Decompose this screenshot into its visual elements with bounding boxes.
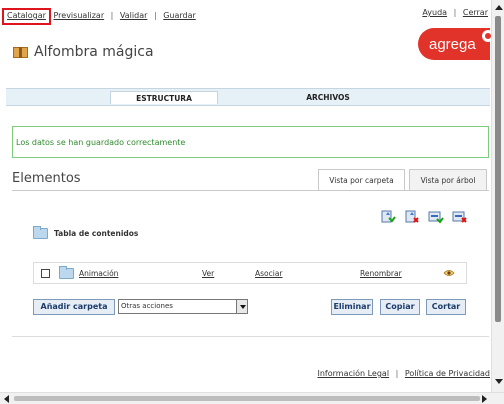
page-header: Alfombra mágica	[13, 44, 154, 60]
tab-archivos[interactable]: ARCHIVOS	[280, 91, 376, 104]
copy-button[interactable]: Copiar	[380, 299, 420, 315]
vertical-scrollbar[interactable]	[491, 0, 504, 392]
add-resource-icon[interactable]	[380, 208, 396, 224]
help-link[interactable]: Ayuda	[422, 8, 447, 17]
nav-validar[interactable]: Validar	[120, 11, 147, 20]
nav-catalogar[interactable]: Catalogar	[2, 8, 51, 25]
nav-previsualizar[interactable]: Previsualizar	[53, 11, 104, 20]
remove-item-icon[interactable]	[452, 208, 468, 224]
legal-info-link[interactable]: Información Legal	[318, 369, 390, 378]
success-message: Los datos se han guardado correctamente	[12, 126, 489, 158]
view-link[interactable]: Ver	[202, 269, 214, 278]
nav-separator: |	[110, 11, 114, 20]
chevron-down-icon[interactable]	[236, 300, 247, 313]
preview-icon[interactable]	[443, 269, 455, 277]
tab-vista-arbol[interactable]: Vista por árbol	[409, 169, 487, 191]
cut-button[interactable]: Cortar	[426, 299, 466, 315]
scroll-thumb[interactable]	[495, 16, 501, 322]
box-icon	[13, 46, 28, 58]
toc-label: Tabla de contenidos	[54, 229, 139, 238]
nav-separator: |	[153, 11, 157, 20]
delete-button[interactable]: Eliminar	[331, 299, 373, 315]
section-divider	[12, 190, 489, 191]
associate-link[interactable]: Asociar	[255, 269, 283, 278]
nav-guardar[interactable]: Guardar	[163, 11, 196, 20]
elements-title: Elementos	[12, 171, 81, 186]
footer-separator: |	[395, 369, 399, 378]
scroll-down-icon[interactable]	[495, 379, 503, 384]
close-link[interactable]: Cerrar	[463, 8, 488, 17]
move-in-icon[interactable]	[428, 208, 444, 224]
scroll-left-icon[interactable]	[4, 395, 9, 403]
item-name-link[interactable]: Animación	[79, 269, 118, 278]
agrega-logo: agrega	[418, 28, 494, 60]
main-tabs: ESTRUCTURA ARCHIVOS	[6, 88, 490, 106]
tab-estructura[interactable]: ESTRUCTURA	[110, 91, 218, 104]
actions-select-value: Otras acciones	[121, 302, 173, 310]
table-of-contents[interactable]: Tabla de contenidos	[33, 226, 139, 239]
privacy-policy-link[interactable]: Política de Privacidad	[405, 369, 490, 378]
footer: Información Legal | Política de Privacid…	[318, 369, 491, 378]
page-title: Alfombra mágica	[34, 44, 154, 60]
horizontal-scrollbar[interactable]	[0, 392, 504, 404]
actions-select[interactable]: Otras acciones	[118, 299, 248, 314]
scroll-up-icon[interactable]	[495, 5, 503, 10]
tab-vista-carpeta[interactable]: Vista por carpeta	[318, 169, 405, 191]
logo-text: agrega	[429, 35, 476, 53]
table-row: Animación Ver Asociar Renombrar	[33, 262, 467, 284]
rename-link[interactable]: Renombrar	[360, 269, 402, 278]
add-folder-button[interactable]: Añadir carpeta	[33, 299, 115, 315]
link-separator: |	[453, 8, 457, 17]
delete-resource-icon[interactable]	[404, 208, 420, 224]
top-bar: Catalogar | Previsualizar | Validar | Gu…	[0, 0, 490, 26]
top-navigation: Catalogar | Previsualizar | Validar | Gu…	[2, 8, 196, 25]
folder-icon	[33, 226, 48, 239]
panel-divider	[12, 336, 489, 337]
row-checkbox[interactable]	[41, 269, 50, 278]
top-links: Ayuda | Cerrar	[422, 8, 488, 17]
folder-icon	[59, 266, 74, 279]
scroll-right-icon[interactable]	[482, 395, 487, 403]
scroll-thumb-horizontal[interactable]	[14, 396, 480, 401]
